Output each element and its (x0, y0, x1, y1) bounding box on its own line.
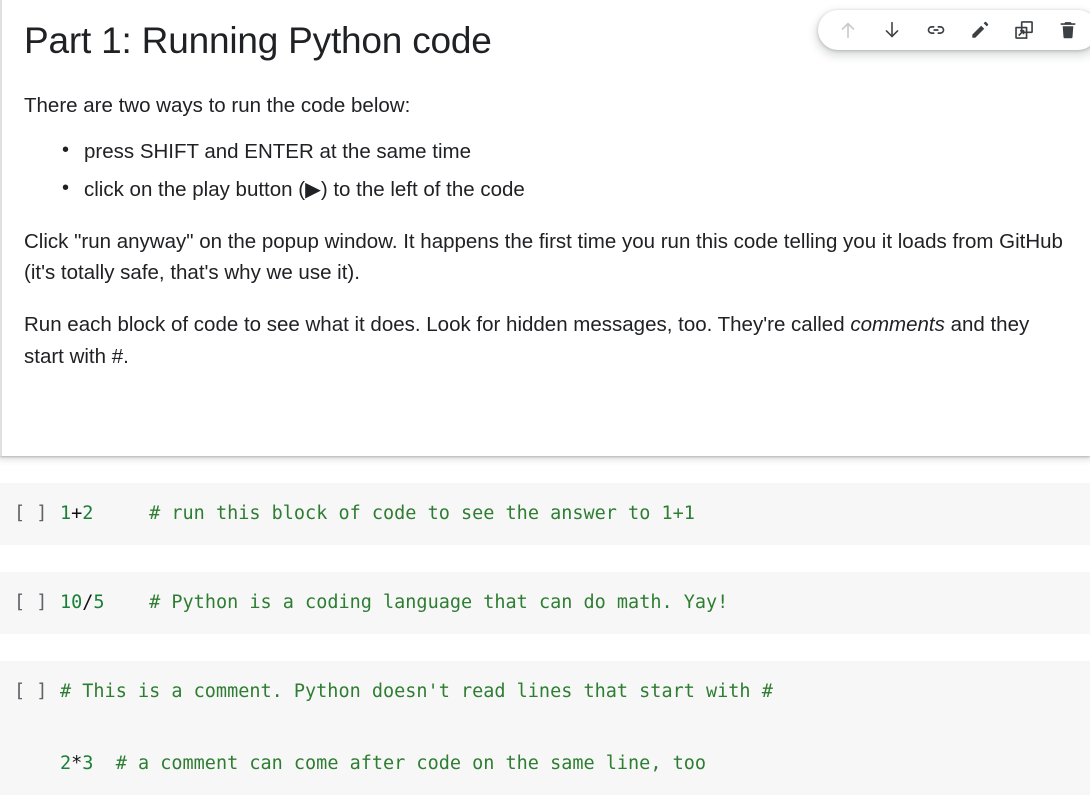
code-cell[interactable]: [ ] # This is a comment. Python doesn't r… (0, 661, 1090, 795)
code-line[interactable]: [ ] 1+2 # run this block of code to see t… (0, 496, 1090, 532)
code-token-comment: # a comment can come after code on the s… (115, 753, 707, 775)
code-token-comment: # This is a comment. Python doesn't read… (60, 681, 773, 703)
comments-paragraph: Run each block of code to see what it do… (24, 309, 1066, 373)
mirror-cell-in-tab-button[interactable] (1002, 10, 1046, 50)
code-token-num: 2 (60, 753, 72, 775)
code-token-op (105, 592, 150, 613)
code-token-num: 3 (82, 753, 94, 775)
code-cells-container: [ ] 1+2 # run this block of code to see t… (0, 483, 1090, 795)
move-cell-up-button[interactable] (826, 10, 870, 50)
arrow-down-icon (881, 19, 903, 41)
run-methods-list: press SHIFT and ENTER at the same time c… (24, 135, 1066, 206)
code-token-op (93, 753, 115, 774)
cell-toolbar (818, 10, 1090, 50)
list-item: press SHIFT and ENTER at the same time (62, 135, 1066, 168)
run-cell-button[interactable]: [ ] (14, 585, 60, 621)
code-token-num: 10 (60, 592, 83, 614)
comments-paragraph-pre: Run each block of code to see what it do… (24, 313, 851, 337)
trash-icon (1057, 19, 1079, 41)
delete-cell-button[interactable] (1046, 10, 1090, 50)
pencil-icon (969, 19, 991, 41)
code-token-num: 5 (93, 592, 105, 614)
comments-paragraph-emphasis: comments (850, 313, 945, 337)
popup-paragraph: Click "run anyway" on the popup window. … (24, 229, 1063, 285)
code-text: # This is a comment. Python doesn't read… (60, 674, 773, 710)
code-line[interactable]: [ ] 10/5 # Python is a coding language th… (0, 585, 1090, 621)
code-token-op: / (82, 592, 94, 614)
code-text: 10/5 # Python is a coding language that … (60, 585, 728, 621)
code-token-op: * (71, 753, 83, 775)
code-token-num: 2 (82, 503, 94, 524)
run-cell-button[interactable]: [ ] (14, 674, 60, 710)
open-in-new-tab-icon (1013, 19, 1035, 41)
intro-paragraph: There are two ways to run the code below… (24, 94, 411, 118)
code-token-op (93, 503, 149, 524)
code-gutter-spacer: [ ] (14, 710, 60, 746)
code-line[interactable]: [ ] # This is a comment. Python doesn't r… (0, 674, 1090, 710)
list-item: click on the play button (▶) to the left… (62, 173, 1066, 206)
copy-link-to-cell-button[interactable] (914, 10, 958, 50)
code-token-comment: # Python is a coding language that can d… (149, 592, 729, 614)
move-cell-down-button[interactable] (870, 10, 914, 50)
edit-cell-button[interactable] (958, 10, 1002, 50)
code-cell[interactable]: [ ] 1+2 # run this block of code to see t… (0, 483, 1090, 546)
link-icon (925, 19, 947, 41)
code-token-num: 1 (60, 503, 72, 524)
code-text: 1+2 # run this block of code to see the … (60, 496, 695, 532)
markdown-cell[interactable]: Part 1: Running Python code There are tw… (0, 0, 1090, 456)
code-token-comment: # run this block of code to see the answ… (149, 503, 695, 524)
code-cell[interactable]: [ ] 10/5 # Python is a coding language th… (0, 572, 1090, 635)
run-cell-button[interactable]: [ ] (14, 496, 60, 532)
code-line[interactable]: [ ] (0, 710, 1090, 746)
code-token-op: + (71, 503, 83, 524)
arrow-up-icon (837, 19, 859, 41)
